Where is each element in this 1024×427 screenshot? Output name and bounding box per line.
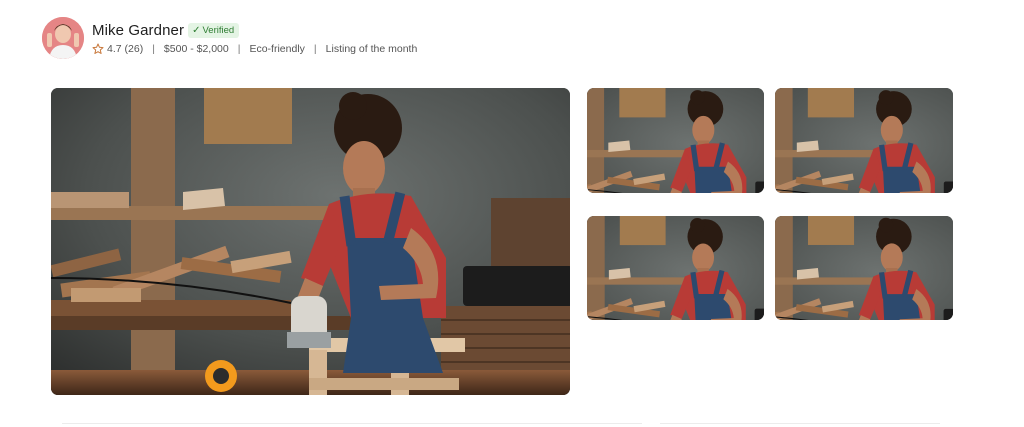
name-row: Mike Gardner ✓ Verified <box>92 20 417 40</box>
separator: | <box>313 43 317 55</box>
price-range: $500 - $2,000 <box>163 43 229 55</box>
divider <box>660 423 940 424</box>
gallery-thumbnail[interactable] <box>587 88 764 193</box>
check-icon: ✓ <box>192 24 201 36</box>
seller-profile: Mike Gardner ✓ Verified 4.7 (26) | $500 … <box>42 17 417 59</box>
profile-meta: Mike Gardner ✓ Verified 4.7 (26) | $500 … <box>92 20 417 56</box>
avatar[interactable] <box>42 17 84 59</box>
divider <box>62 423 642 424</box>
tag-listing-of-the-month: Listing of the month <box>325 43 418 55</box>
gallery-main-photo[interactable] <box>51 88 570 395</box>
seller-name[interactable]: Mike Gardner <box>92 22 184 39</box>
rating-text[interactable]: 4.7 (26) <box>107 43 143 55</box>
verified-badge: ✓ Verified <box>188 22 240 38</box>
separator: | <box>237 43 241 55</box>
gallery-thumbnail[interactable] <box>587 216 764 320</box>
gallery-thumbnail[interactable] <box>775 88 953 193</box>
gallery-thumbnail[interactable] <box>775 216 953 320</box>
tag-eco-friendly: Eco-friendly <box>249 43 305 55</box>
verified-label: Verified <box>202 24 235 36</box>
separator: | <box>152 43 155 55</box>
profile-details: 4.7 (26) | $500 - $2,000 | Eco-friendly … <box>92 42 417 56</box>
star-icon <box>92 43 104 54</box>
